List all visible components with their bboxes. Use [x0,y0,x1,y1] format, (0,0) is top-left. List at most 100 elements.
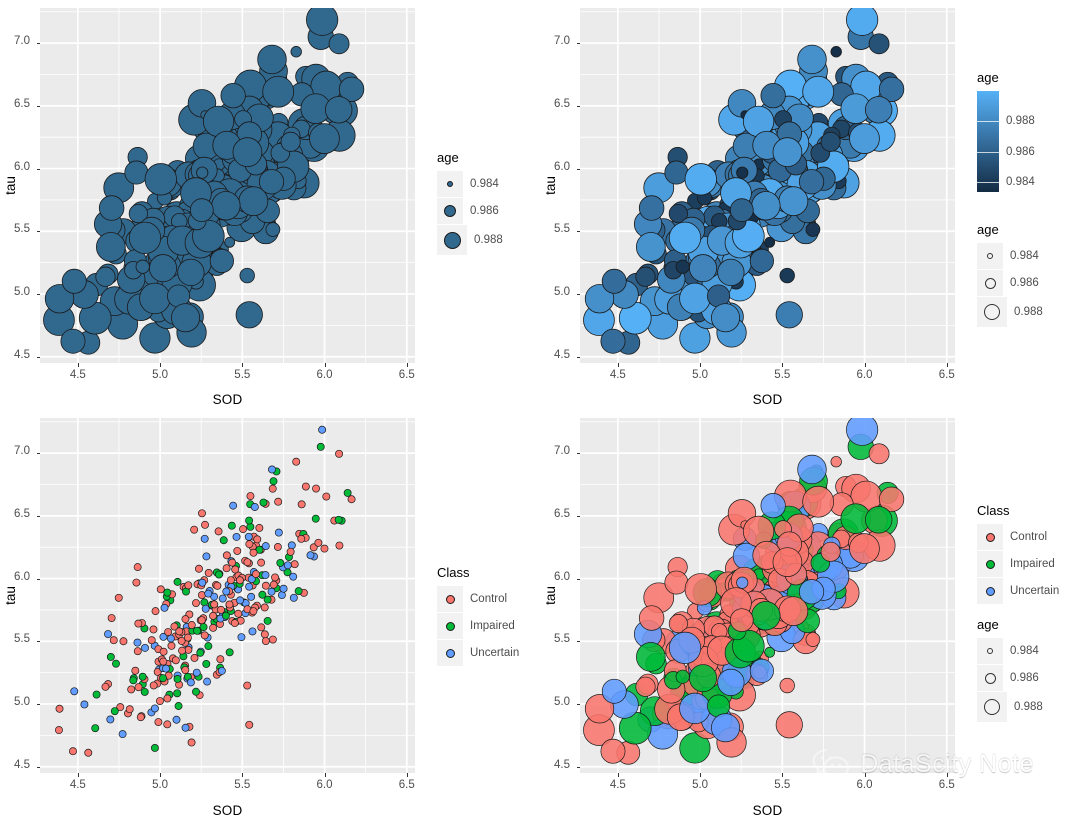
y-tick-mark [36,766,40,768]
x-tick-label: 6.5 [398,779,415,791]
legend-item[interactable]: Impaired [977,551,1059,577]
legend-label: 0.984 [1010,250,1039,262]
legend-key [977,270,1003,296]
x-tick-mark [406,773,408,777]
x-tick-label: 6.0 [856,779,873,791]
legend-item[interactable]: 0.984 [977,638,1043,664]
x-tick-label: 6.0 [316,779,333,791]
x-tick-mark [77,773,79,777]
legend-item[interactable]: Uncertain [977,578,1059,604]
plot-panel [580,8,955,363]
legend-size: age 0.984 0.986 0.988 [977,222,1043,328]
legend-item[interactable]: 0.988 [437,225,503,255]
x-axis-title: SOD [752,803,783,818]
legend-title: age [977,70,999,85]
legend-item[interactable]: 0.984 [437,171,503,197]
x-axis-title: SOD [752,392,783,407]
legend-key [977,665,1003,691]
colorbar-tick [977,151,999,153]
x-tick-mark [160,773,162,777]
legend-label: 0.986 [1010,672,1039,684]
x-tick-label: 5.5 [774,779,791,791]
x-axis-title: SOD [212,392,243,407]
x-axis-title: SOD [212,803,243,818]
y-tick-mark [576,43,580,45]
legend-item[interactable]: 0.988 [977,692,1043,722]
x-tick-mark [242,773,244,777]
x-tick-mark [324,773,326,777]
legend-key [977,578,1003,604]
legend-dot [445,648,455,658]
plot-panel [40,418,415,773]
x-tick-label: 4.5 [69,369,86,381]
x-tick-mark [324,363,326,367]
legend-dot [984,304,1000,320]
legend-label: 0.984 [1010,645,1039,657]
y-tick-mark [576,704,580,705]
legend-label: 0.984 [470,178,499,190]
y-axis-title: tau [2,8,18,363]
y-tick-mark [576,294,580,295]
legend-dot [987,648,993,654]
x-tick-label: 5.0 [152,779,169,791]
legend-title: Class [437,565,470,580]
x-tick-label: 6.0 [316,369,333,381]
legend-title: Class [977,503,1010,518]
legend-key [977,551,1003,577]
legend-item[interactable]: 0.988 [977,297,1043,327]
x-tick-label: 4.5 [69,779,86,791]
panel-bottom-left: 4.5 5.0 5.5 6.0 6.5 7.0 4.5 5.0 5.5 6.0 6.5 SOD tau C… [0,410,540,821]
y-tick-mark [576,356,580,358]
y-tick-mark [36,168,40,170]
legend-title: age [977,617,999,632]
x-tick-mark [864,773,866,777]
legend-dot [985,559,995,569]
legend-item[interactable]: Control [437,586,519,612]
legend-item[interactable]: Impaired [437,613,519,639]
legend-item[interactable]: Uncertain [437,640,519,666]
x-tick-label: 5.0 [692,779,709,791]
legend-key [437,613,463,639]
y-tick-mark [576,453,580,455]
legend-dot [447,181,453,187]
y-axis-title: tau [542,8,558,363]
legend-item[interactable]: 0.984 [977,243,1043,269]
x-tick-label: 6.5 [938,779,955,791]
legend-key [977,297,1007,327]
legend-item[interactable]: 0.986 [977,665,1043,691]
y-tick-mark [576,105,580,107]
x-tick-mark [946,363,948,367]
figure-grid: 4.5 5.0 5.5 6.0 6.5 7.0 4.5 5.0 5.5 6.0 6.5 SOD tau a… [0,0,1080,821]
y-tick-mark [576,766,580,768]
legend-class: Class Control Impaired Uncertain [977,503,1059,605]
x-tick-label: 4.5 [609,779,626,791]
legend-dot [445,621,455,631]
legend-item[interactable]: Control [977,524,1059,550]
x-tick-mark [617,773,619,777]
y-axis-title-text: tau [2,176,18,195]
legend-title: age [977,222,999,237]
colorbar-tick [977,181,999,183]
legend-label: 0.986 [470,205,499,217]
y-axis-title-text: tau [2,586,18,605]
legend-colorbar: age 0.988 0.986 0.984 [977,70,1045,192]
x-tick-label: 4.5 [609,369,626,381]
colorbar-tick [977,121,999,123]
legend-label: Control [1010,531,1048,543]
x-tick-mark [406,363,408,367]
y-tick-mark [36,231,40,233]
x-tick-label: 6.0 [856,369,873,381]
y-tick-mark [36,453,40,455]
x-tick-mark [617,363,619,367]
panel-top-left: 4.5 5.0 5.5 6.0 6.5 7.0 4.5 5.0 5.5 6.0 6.5 SOD tau a… [0,0,540,410]
legend-item[interactable]: 0.986 [437,198,503,224]
legend-label: 0.986 [1010,277,1039,289]
legend-dot [445,594,455,604]
x-tick-label: 6.5 [398,369,415,381]
legend-dot [984,277,996,289]
y-tick-mark [36,641,40,643]
legend-key [977,524,1003,550]
y-axis-title-text: tau [542,586,558,605]
legend-item[interactable]: 0.986 [977,270,1043,296]
y-axis-title: tau [2,418,18,773]
